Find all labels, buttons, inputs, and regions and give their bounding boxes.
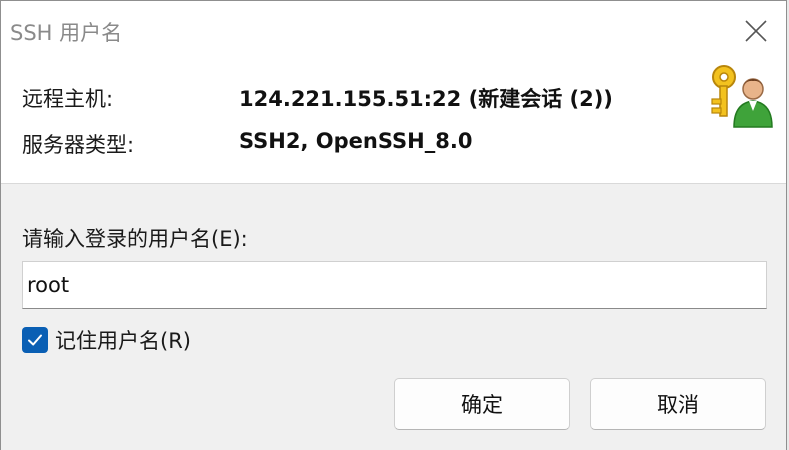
remember-username-option[interactable]: 记住用户名(R): [22, 325, 191, 355]
checkmark-icon: [28, 334, 42, 346]
title-bar: SSH 用户名: [1, 1, 786, 61]
ssh-username-dialog: SSH 用户名 远程主机: 124.221.155.51:22 (新建会话 (2…: [0, 0, 787, 450]
window-title: SSH 用户名: [10, 21, 123, 45]
ok-button[interactable]: 确定: [394, 378, 570, 430]
remote-host-value: 124.221.155.51:22 (新建会话 (2)): [239, 87, 613, 111]
close-icon: [745, 20, 767, 42]
remote-host-label: 远程主机:: [22, 87, 114, 111]
username-prompt-label: 请输入登录的用户名(E):: [22, 227, 248, 251]
username-input[interactable]: [22, 261, 767, 309]
session-info-panel: 远程主机: 124.221.155.51:22 (新建会话 (2)) 服务器类型…: [1, 61, 786, 184]
remember-username-label: 记住用户名(R): [55, 329, 191, 353]
server-type-label: 服务器类型:: [22, 133, 135, 157]
remember-username-checkbox[interactable]: [22, 327, 48, 353]
close-button[interactable]: [726, 1, 786, 61]
key-user-icon: [711, 65, 773, 128]
cancel-button[interactable]: 取消: [590, 378, 766, 430]
server-type-value: SSH2, OpenSSH_8.0: [239, 129, 473, 153]
